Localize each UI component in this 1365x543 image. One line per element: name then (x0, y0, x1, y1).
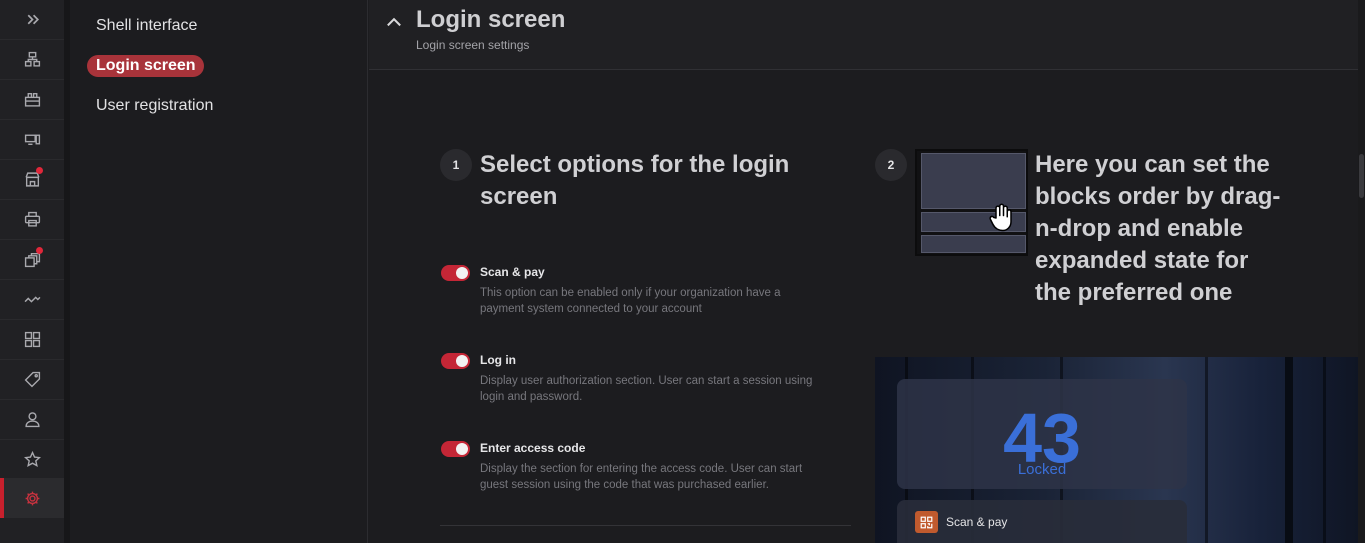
preview-status-card: 43 Locked (897, 379, 1187, 489)
chevron-up-icon[interactable] (385, 13, 403, 31)
app: Shell interface Login screen User regist… (0, 0, 1365, 543)
rail-hierarchy[interactable] (0, 40, 64, 80)
page-title: Login screen (416, 6, 566, 33)
scrollbar-track[interactable] (1358, 0, 1365, 543)
submenu-item-shell-interface[interactable]: Shell interface (96, 17, 197, 35)
step-2-line: n-drop and enable (1035, 215, 1244, 242)
option-description-line: Display user authorization section. User… (480, 375, 813, 387)
rail-activity[interactable] (0, 280, 64, 320)
gear-icon (25, 491, 39, 505)
preview-scan-pay-row: Scan & pay (897, 500, 1187, 543)
page-subtitle: Login screen settings (416, 38, 530, 52)
option-label: Enter access code (480, 441, 586, 455)
step-1-title-line: Select options for the login (480, 151, 790, 178)
section-header[interactable]: Login screen Login screen settings (369, 0, 1358, 70)
option-scan-pay: Scan & pay This option can be enabled on… (441, 265, 841, 321)
rail-hosts[interactable] (0, 80, 64, 120)
scan-pay-toggle[interactable] (441, 265, 470, 281)
preview-bg-stripe (1205, 357, 1208, 543)
step-2-line: the preferred one (1035, 279, 1233, 306)
hierarchy-icon (24, 51, 40, 67)
notification-dot (36, 247, 43, 254)
rail-copies[interactable] (0, 240, 64, 280)
option-description: Display user authorization section. User… (480, 373, 825, 405)
rail-grid[interactable] (0, 320, 64, 360)
option-description: This option can be enabled only if your … (480, 285, 825, 317)
submenu-item-login-screen[interactable]: Login screen (87, 55, 204, 77)
option-description-line: This option can be enabled only if your … (480, 287, 781, 299)
step-1-title: Select options for the login screen (480, 149, 860, 213)
option-label: Log in (480, 353, 516, 367)
devices-icon (24, 134, 40, 145)
expand-icon (27, 14, 39, 25)
log-in-toggle[interactable] (441, 353, 470, 369)
option-description-line: guest session using the code that was pu… (480, 479, 769, 491)
rail-users[interactable] (0, 400, 64, 440)
step-1-title-line: screen (480, 183, 558, 210)
option-description-line: payment system connected to your account (480, 303, 702, 315)
hand-cursor-icon (989, 203, 1012, 232)
illustration-block (921, 153, 1026, 209)
step-2-line: blocks order by drag- (1035, 183, 1281, 210)
rail-devices[interactable] (0, 120, 64, 160)
settings-submenu: Shell interface Login screen User regist… (70, 0, 368, 543)
rail-settings[interactable] (0, 478, 64, 518)
step-2-badge: 2 (875, 149, 907, 181)
rail-printer[interactable] (0, 200, 64, 240)
users-icon (24, 412, 40, 428)
step-2-description: Here you can set the blocks order by dra… (1035, 149, 1335, 309)
rail-store[interactable] (0, 160, 64, 200)
step-1-badge: 1 (440, 149, 472, 181)
login-screen-preview: 43 Locked Scan & pay (875, 357, 1358, 543)
option-enter-access-code: Enter access code Display the section fo… (441, 441, 841, 497)
rail-tags[interactable] (0, 360, 64, 400)
option-description-line: login and password. (480, 391, 583, 403)
preview-status-text: Locked (1017, 461, 1067, 478)
submenu-item-user-registration[interactable]: User registration (96, 97, 213, 115)
hosts-icon (24, 92, 40, 107)
scrollbar-thumb[interactable] (1359, 154, 1364, 198)
icon-rail (0, 0, 64, 543)
rail-favorites[interactable] (0, 440, 64, 480)
step-2-line: expanded state for (1035, 247, 1249, 274)
option-log-in: Log in Display user authorization sectio… (441, 353, 841, 409)
preview-bg-stripe (1285, 357, 1293, 543)
option-description-line: Display the section for entering the acc… (480, 463, 803, 475)
preview-scan-pay-label: Scan & pay (946, 515, 1008, 529)
access-code-toggle[interactable] (441, 441, 470, 457)
star-icon (23, 451, 41, 468)
notification-dot (36, 167, 43, 174)
grid-icon (24, 331, 40, 348)
activity-icon (24, 296, 40, 303)
tag-icon (24, 371, 40, 388)
printer-icon (24, 211, 40, 227)
illustration-block (921, 235, 1026, 253)
drag-drop-illustration (915, 149, 1028, 256)
option-label: Scan & pay (480, 265, 545, 279)
options-divider (440, 525, 851, 526)
rail-expand[interactable] (0, 0, 64, 40)
option-description: Display the section for entering the acc… (480, 461, 825, 493)
preview-bg-stripe (1323, 357, 1326, 543)
qr-code-icon (915, 511, 938, 533)
step-2-line: Here you can set the (1035, 151, 1270, 178)
